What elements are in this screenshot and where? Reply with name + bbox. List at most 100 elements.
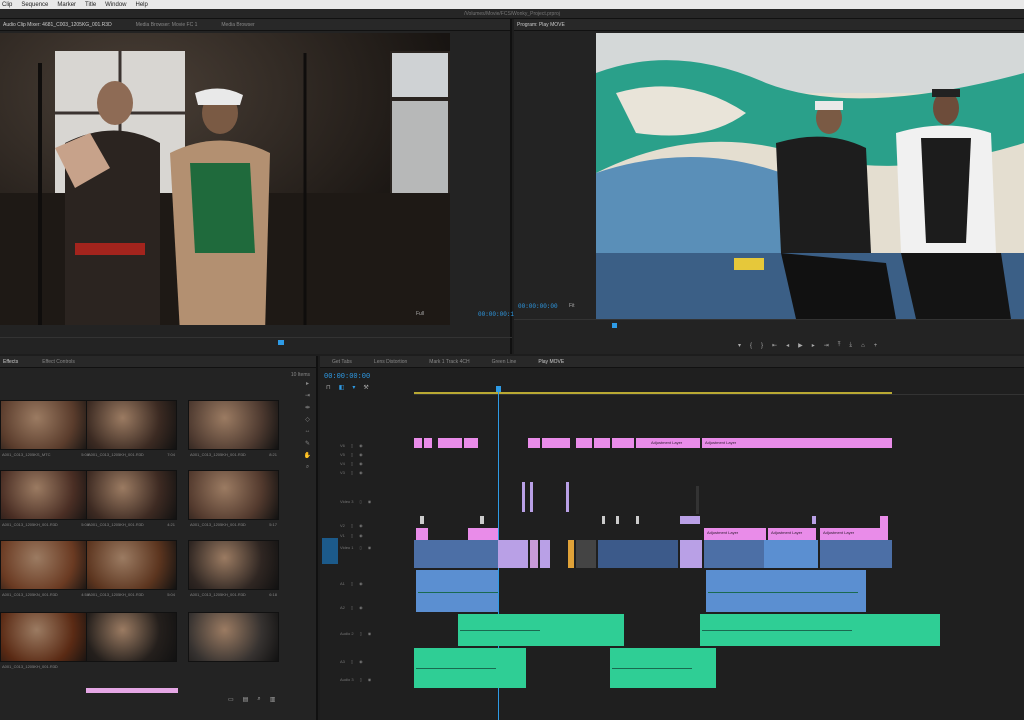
eye-icon[interactable]: ◉ (359, 659, 363, 664)
track-header[interactable]: A1 ▯ ◉ (320, 578, 412, 588)
menu-clip[interactable]: Clip (2, 2, 12, 8)
timeline-clip[interactable] (566, 482, 569, 512)
timeline-clip[interactable] (468, 528, 498, 540)
snap-icon[interactable]: ⊓ (326, 384, 331, 391)
timeline-clip[interactable] (414, 540, 498, 568)
program-video-frame[interactable] (596, 33, 1024, 319)
timeline-clip[interactable]: Adjustment Layer (768, 528, 816, 540)
eye-icon[interactable]: ◉ (359, 533, 363, 538)
in-point-icon[interactable]: { (750, 343, 752, 349)
lock-icon[interactable]: ▯ (351, 443, 353, 448)
eye-icon[interactable]: ◉ (359, 581, 363, 586)
go-to-in-icon[interactable]: ⇤ (772, 342, 777, 349)
track-header[interactable]: V3 ▯ ◉ (320, 467, 412, 477)
lock-icon[interactable]: ▯ (351, 581, 353, 586)
tab-program[interactable]: Program: Play MOVE (517, 22, 565, 28)
timeline-clip[interactable] (450, 438, 462, 448)
new-bin-icon[interactable]: ▭ (228, 696, 234, 703)
source-video-frame[interactable] (0, 33, 450, 325)
timeline-clip[interactable] (576, 540, 596, 568)
timeline-clip[interactable]: Adjustment Layer (704, 528, 766, 540)
tab-effect-controls[interactable]: Effect Controls (42, 359, 75, 365)
timeline-clip[interactable] (568, 540, 574, 568)
eye-icon[interactable]: ◉ (359, 523, 363, 528)
media-thumbnail[interactable]: A001_C013_1205KH_001.R3D 5:17 (188, 470, 279, 532)
eye-icon[interactable]: ◉ (368, 677, 372, 682)
media-thumbnail[interactable]: A001_C013_1205KH_001.R3D 5:04 (86, 540, 177, 602)
tab-mark-1[interactable]: Mark 1 Track 4CH (429, 359, 469, 365)
lock-icon[interactable]: ▯ (351, 523, 353, 528)
eye-icon[interactable]: ◉ (368, 631, 372, 636)
timeline-clip[interactable] (616, 516, 619, 524)
timeline-clip[interactable] (636, 516, 639, 524)
program-playhead[interactable] (612, 323, 617, 328)
marker-add-icon[interactable]: ▾ (352, 384, 355, 391)
export-frame-icon[interactable]: ⌂ (861, 343, 865, 349)
razor-tool-icon[interactable]: ◇ (303, 416, 312, 425)
tab-effects[interactable]: Effects (3, 359, 18, 365)
timeline-clip[interactable] (602, 516, 605, 524)
timeline-clip[interactable] (528, 438, 540, 448)
track-header[interactable]: Audio 3 ▯ ◉ (320, 674, 412, 684)
timeline-clip[interactable] (498, 540, 528, 568)
timeline-clip[interactable] (464, 438, 478, 448)
find-icon[interactable]: ⌕ (257, 696, 260, 703)
menu-window[interactable]: Window (105, 2, 126, 8)
trash-icon[interactable]: ▥ (270, 696, 276, 703)
lock-icon[interactable]: ▯ (351, 452, 353, 457)
timeline-clip[interactable] (636, 438, 648, 448)
timeline-clip[interactable] (424, 438, 432, 448)
lock-icon[interactable]: ▯ (360, 631, 362, 636)
new-item-icon[interactable]: ▤ (243, 696, 249, 703)
eye-icon[interactable]: ◉ (368, 545, 372, 550)
tab-media-browser-2[interactable]: Media Browser (221, 22, 254, 28)
pen-tool-icon[interactable]: ✎ (303, 440, 312, 449)
timeline-clip[interactable] (480, 516, 484, 524)
timeline-clip[interactable] (530, 540, 538, 568)
lock-icon[interactable]: ▯ (351, 470, 353, 475)
menu-help[interactable]: Help (136, 2, 148, 8)
eye-icon[interactable]: ◉ (359, 452, 363, 457)
menu-marker[interactable]: Marker (57, 2, 76, 8)
lock-icon[interactable]: ▯ (360, 677, 362, 682)
lock-icon[interactable]: ▯ (351, 659, 353, 664)
media-thumbnail[interactable]: A001_C013_1205KH_001.R3D 4:21 (86, 470, 177, 532)
timeline-clip[interactable] (696, 486, 699, 514)
timeline-clip[interactable] (420, 516, 424, 524)
tab-green-line[interactable]: Green Line (492, 359, 517, 365)
timeline-clip[interactable] (530, 482, 533, 512)
timeline-clip[interactable] (542, 438, 570, 448)
eye-icon[interactable]: ◉ (368, 499, 372, 504)
timeline-clip[interactable] (416, 528, 428, 540)
lift-icon[interactable]: ⤒ (838, 342, 841, 349)
media-thumbnail[interactable] (86, 612, 177, 674)
slip-tool-icon[interactable]: ↔ (303, 428, 312, 437)
eye-icon[interactable]: ◉ (359, 461, 363, 466)
track-header[interactable]: Audio 2 ▯ ◉ (320, 628, 412, 638)
lock-icon[interactable]: ▯ (351, 461, 353, 466)
media-thumbnail[interactable]: A001_C013_1205KH_001.R3D 8:21 (188, 400, 279, 462)
timeline-clip[interactable] (540, 540, 550, 568)
media-thumbnail[interactable]: A001_C013_1205KN_001.R3D 4:58 (0, 540, 91, 602)
lock-icon[interactable]: ▯ (360, 499, 362, 504)
lock-icon[interactable]: ▯ (351, 605, 353, 610)
track-header[interactable]: A2 ▯ ◉ (320, 602, 412, 612)
track-header[interactable]: V2 ▯ ◉ (320, 520, 412, 530)
go-to-out-icon[interactable]: ⇥ (824, 342, 829, 349)
wrench-icon[interactable]: ⚒ (363, 384, 368, 391)
source-playhead[interactable] (278, 340, 284, 345)
tab-play-move[interactable]: Play MOVE (538, 359, 564, 365)
timeline-clip[interactable]: Adjustment Layer (820, 528, 888, 540)
source-fit-select[interactable]: Full (416, 311, 424, 317)
track-header[interactable]: A3 ▯ ◉ (320, 656, 412, 666)
timeline-clip[interactable] (706, 570, 866, 612)
tab-media-browser[interactable]: Media Browser: Movie FC 1 (136, 22, 198, 28)
menu-sequence[interactable]: Sequence (21, 2, 48, 8)
tab-lens-distortion[interactable]: Lens Distortion (374, 359, 407, 365)
timeline-clip[interactable]: Adjustment Layer (648, 438, 700, 448)
media-thumbnail[interactable]: A001_C013_1205KH_001.R3D 6:18 (188, 540, 279, 602)
tab-get-tabs[interactable]: Get Tabs (332, 359, 352, 365)
lock-icon[interactable]: ▯ (351, 533, 353, 538)
track-select-icon[interactable]: ⇥ (303, 392, 312, 401)
media-thumbnail[interactable]: A001_C013_1205KS_MTC 5:08 (0, 400, 91, 462)
